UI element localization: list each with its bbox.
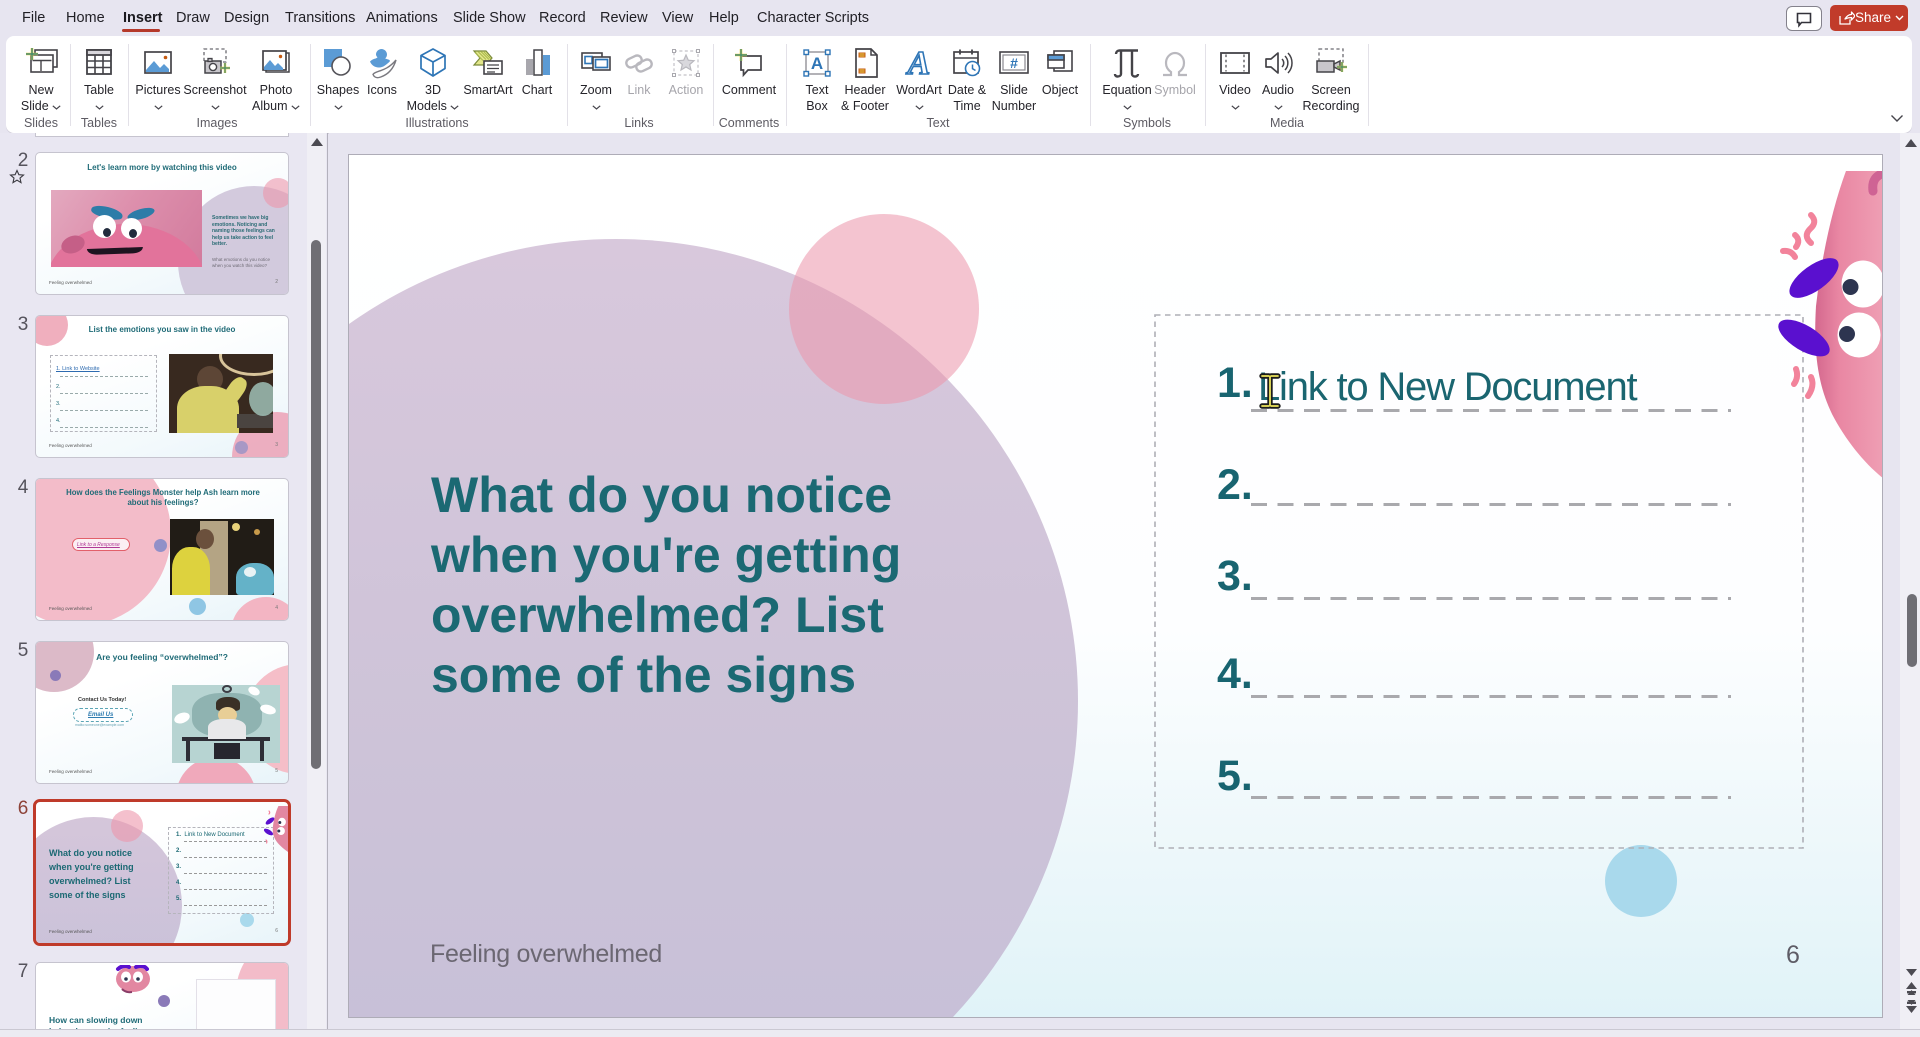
svg-text:A: A [906,47,931,79]
svg-text:A: A [811,54,823,73]
svg-text:#: # [1010,55,1018,71]
